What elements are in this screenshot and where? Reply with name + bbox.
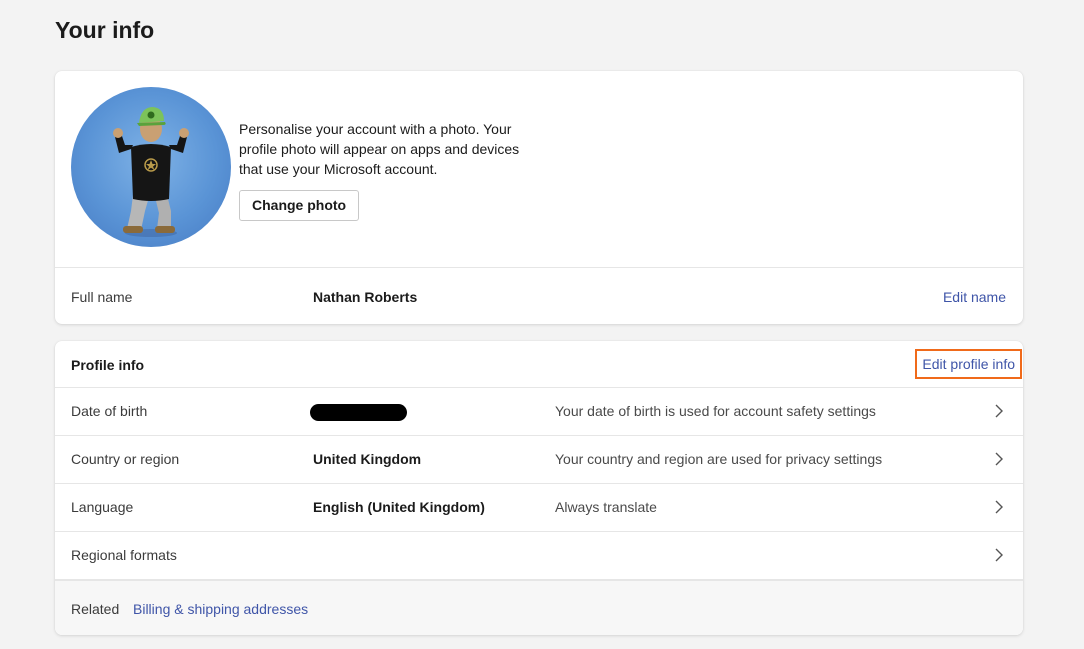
- edit-name-link[interactable]: Edit name: [943, 289, 1006, 305]
- full-name-label: Full name: [71, 289, 133, 305]
- country-region-label: Country or region: [71, 451, 180, 467]
- date-of-birth-row[interactable]: Date of birth Your date of birth is used…: [55, 388, 1023, 436]
- page-title: Your info: [55, 17, 155, 43]
- language-value: English (United Kingdom): [313, 499, 485, 515]
- country-region-value: United Kingdom: [313, 451, 422, 467]
- profile-info-title: Profile info: [71, 357, 145, 373]
- regional-formats-label: Regional formats: [71, 547, 177, 563]
- profile-photo-section: Personalise your account with a photo. Y…: [55, 71, 1023, 268]
- full-name-row: Full name Nathan Roberts Edit name: [55, 268, 1023, 324]
- language-description: Always translate: [555, 499, 657, 515]
- related-section: Related Billing & shipping addresses: [55, 580, 1023, 635]
- chevron-right-icon[interactable]: [993, 499, 1005, 515]
- profile-info-header: Profile info Edit profile info: [55, 341, 1023, 388]
- redacted-date-of-birth: [310, 404, 407, 421]
- language-label: Language: [71, 499, 134, 515]
- full-name-value: Nathan Roberts: [313, 289, 418, 305]
- avatar-character-icon: [113, 107, 189, 237]
- date-of-birth-label: Date of birth: [71, 403, 148, 419]
- edit-profile-info-link[interactable]: Edit profile info: [915, 349, 1022, 379]
- country-region-description: Your country and region are used for pri…: [555, 451, 883, 467]
- chevron-right-icon[interactable]: [993, 547, 1005, 563]
- chevron-right-icon[interactable]: [993, 403, 1005, 419]
- photo-name-card: Personalise your account with a photo. Y…: [55, 71, 1023, 324]
- photo-description: Personalise your account with a photo. Y…: [239, 121, 520, 177]
- language-row[interactable]: Language English (United Kingdom) Always…: [55, 484, 1023, 532]
- billing-shipping-link[interactable]: Billing & shipping addresses: [133, 601, 308, 617]
- your-info-page: Your info Personalise your account with …: [0, 0, 1084, 649]
- date-of-birth-description: Your date of birth is used for account s…: [555, 403, 876, 419]
- country-region-row[interactable]: Country or region United Kingdom Your co…: [55, 436, 1023, 484]
- profile-info-card: Profile info Edit profile info Date of b…: [55, 341, 1023, 635]
- chevron-right-icon[interactable]: [993, 451, 1005, 467]
- change-photo-button[interactable]: Change photo: [239, 190, 360, 221]
- avatar: [71, 87, 231, 247]
- regional-formats-row[interactable]: Regional formats: [55, 532, 1023, 580]
- related-label: Related: [71, 601, 120, 617]
